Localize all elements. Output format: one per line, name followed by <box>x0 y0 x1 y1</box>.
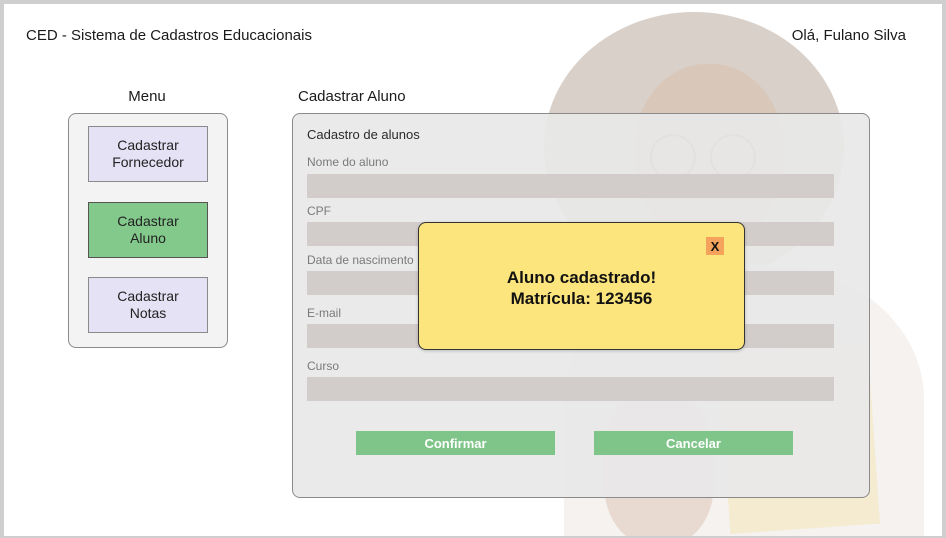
form-subtitle: Cadastro de alunos <box>307 127 420 142</box>
cpf-label: CPF <box>307 204 331 218</box>
page-title: Cadastrar Aluno <box>298 88 406 105</box>
dialog-message-line2: Matrícula: 123456 <box>510 289 653 308</box>
menu-button-cadastrar-notas[interactable]: Cadastrar Notas <box>88 277 208 333</box>
confirm-button[interactable]: Confirmar <box>356 431 555 455</box>
user-greeting: Olá, Fulano Silva <box>791 27 906 44</box>
birthdate-label: Data de nascimento <box>307 253 414 267</box>
menu-title: Menu <box>128 88 166 105</box>
side-menu: Cadastrar Fornecedor Cadastrar Aluno Cad… <box>68 113 228 348</box>
menu-button-cadastrar-aluno[interactable]: Cadastrar Aluno <box>88 202 208 258</box>
close-icon[interactable]: X <box>706 237 724 255</box>
dialog-message: Aluno cadastrado! Matrícula: 123456 <box>419 267 744 309</box>
name-input[interactable] <box>307 174 834 198</box>
success-dialog: X Aluno cadastrado! Matrícula: 123456 <box>418 222 745 350</box>
app-window: CED - Sistema de Cadastros Educacionais … <box>0 0 946 538</box>
cancel-button[interactable]: Cancelar <box>594 431 793 455</box>
course-input[interactable] <box>307 377 834 401</box>
email-label: E-mail <box>307 306 342 320</box>
course-label: Curso <box>307 359 340 373</box>
name-label: Nome do aluno <box>307 155 389 169</box>
dialog-message-line1: Aluno cadastrado! <box>506 268 657 287</box>
app-title: CED - Sistema de Cadastros Educacionais <box>26 27 312 44</box>
menu-button-cadastrar-fornecedor[interactable]: Cadastrar Fornecedor <box>88 126 208 182</box>
